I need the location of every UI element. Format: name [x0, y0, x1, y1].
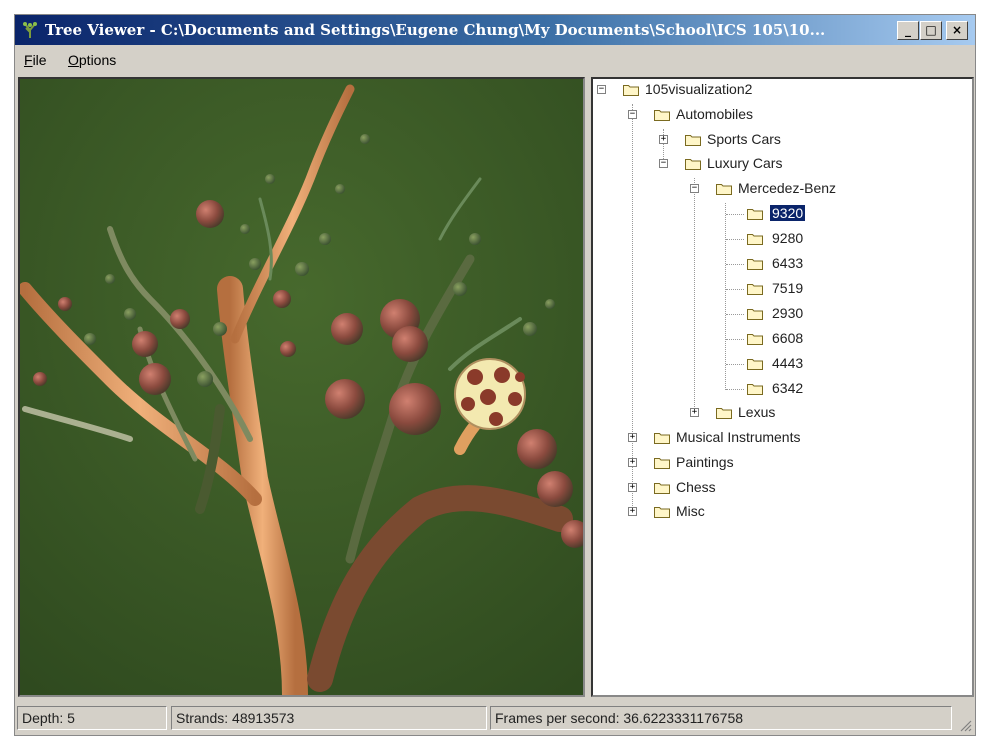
- tree-node-model[interactable]: 6608: [717, 328, 917, 350]
- tree-node-luxury-cars[interactable]: − Luxury Cars: [655, 153, 955, 175]
- tree-node-label: 6342: [772, 380, 804, 396]
- 3d-tree-viewport[interactable]: [18, 77, 585, 697]
- selected-fruit: [454, 358, 526, 430]
- window-title: Tree Viewer - C:\Documents and Settings\…: [45, 21, 826, 39]
- folder-icon: [747, 257, 763, 270]
- expand-toggle[interactable]: +: [628, 507, 637, 516]
- tree-node-model[interactable]: 4443: [717, 353, 917, 375]
- menu-file-label: ile: [32, 52, 47, 68]
- tree-node-model[interactable]: 2930: [717, 303, 917, 325]
- tree-node-musical-instruments[interactable]: + Musical Instruments: [624, 427, 964, 449]
- menu-bar: File Options: [15, 47, 975, 73]
- folder-icon: [654, 456, 670, 469]
- folder-icon: [716, 406, 732, 419]
- menu-options-hotkey: O: [68, 52, 79, 68]
- collapse-toggle[interactable]: −: [690, 184, 699, 193]
- menu-file-hotkey: F: [24, 52, 33, 68]
- menu-options-label: ptions: [78, 52, 117, 68]
- tree-line: [632, 104, 633, 512]
- tree-node-model[interactable]: 7519: [717, 278, 917, 300]
- tree-node-label: 2930: [772, 305, 804, 321]
- tree-node-model[interactable]: 9280: [717, 228, 917, 250]
- resize-grip-icon[interactable]: [958, 718, 972, 732]
- collapse-toggle[interactable]: −: [659, 159, 668, 168]
- folder-icon: [747, 232, 763, 245]
- tree-node-label: 105visualization2: [645, 81, 753, 97]
- tree-view-panel[interactable]: − 105visualization2 − Automobiles + Spor…: [591, 77, 974, 697]
- menu-options[interactable]: Options: [68, 52, 116, 68]
- status-depth: Depth: 5: [17, 706, 167, 730]
- folder-icon: [654, 108, 670, 121]
- tree-node-label: Lexus: [738, 404, 776, 420]
- folder-icon: [747, 282, 763, 295]
- tree-node-model-selected[interactable]: 9320: [717, 203, 917, 225]
- tree-node-label: 7519: [772, 280, 804, 296]
- tree-node-label: 9280: [772, 230, 804, 246]
- expand-toggle[interactable]: +: [628, 458, 637, 467]
- tree-node-label: 6433: [772, 255, 804, 271]
- folder-icon: [747, 207, 763, 220]
- folder-icon: [747, 382, 763, 395]
- tree-node-lexus[interactable]: + Lexus: [686, 402, 946, 424]
- folder-icon: [747, 307, 763, 320]
- menu-file[interactable]: File: [24, 52, 47, 68]
- status-fps: Frames per second: 36.6223331176758: [490, 706, 952, 730]
- close-button[interactable]: ×: [946, 21, 968, 40]
- tree-node-label: Luxury Cars: [707, 155, 783, 171]
- tree-node-label: Mercedez-Benz: [738, 180, 837, 196]
- tree-node-label: Chess: [676, 479, 716, 495]
- folder-icon: [654, 505, 670, 518]
- tree-node-label: 4443: [772, 355, 804, 371]
- folder-icon: [685, 157, 701, 170]
- tree-render: [20, 79, 583, 695]
- title-bar[interactable]: Tree Viewer - C:\Documents and Settings\…: [15, 15, 975, 45]
- folder-icon: [654, 481, 670, 494]
- tree-viewer-window: Tree Viewer - C:\Documents and Settings\…: [14, 14, 976, 736]
- tree-node-label: Automobiles: [676, 106, 754, 122]
- minimize-button[interactable]: _: [897, 21, 919, 40]
- expand-toggle[interactable]: +: [628, 433, 637, 442]
- maximize-button[interactable]: □: [920, 21, 942, 40]
- tree-node-misc[interactable]: + Misc: [624, 501, 964, 523]
- tree-node-model[interactable]: 6433: [717, 253, 917, 275]
- tree-line: [694, 178, 695, 413]
- tree-node-root[interactable]: − 105visualization2: [593, 79, 972, 101]
- tree-node-label: Paintings: [676, 454, 734, 470]
- tree-node-automobiles[interactable]: − Automobiles: [624, 104, 964, 126]
- tree-node-label: 9320: [770, 205, 806, 221]
- folder-icon: [623, 83, 639, 96]
- tree-node-chess[interactable]: + Chess: [624, 477, 964, 499]
- status-bar: Depth: 5 Strands: 48913573 Frames per se…: [15, 701, 975, 735]
- tree-node-sports-cars[interactable]: + Sports Cars: [655, 129, 955, 151]
- expand-toggle[interactable]: +: [659, 135, 668, 144]
- expand-toggle[interactable]: +: [628, 483, 637, 492]
- folder-icon: [716, 182, 732, 195]
- tree-node-mercedez-benz[interactable]: − Mercedez-Benz: [686, 178, 966, 200]
- collapse-toggle[interactable]: −: [597, 85, 606, 94]
- tree-node-label: Sports Cars: [707, 131, 781, 147]
- tree-node-paintings[interactable]: + Paintings: [624, 452, 964, 474]
- tree-app-icon: [23, 22, 37, 38]
- folder-icon: [747, 332, 763, 345]
- folder-icon: [654, 431, 670, 444]
- folder-icon: [685, 133, 701, 146]
- collapse-toggle[interactable]: −: [628, 110, 637, 119]
- tree-node-label: 6608: [772, 330, 804, 346]
- tree-node-label: Musical Instruments: [676, 429, 801, 445]
- expand-toggle[interactable]: +: [690, 408, 699, 417]
- status-strands: Strands: 48913573: [171, 706, 487, 730]
- folder-icon: [747, 357, 763, 370]
- tree-node-label: Misc: [676, 503, 705, 519]
- tree-node-model[interactable]: 6342: [717, 378, 917, 400]
